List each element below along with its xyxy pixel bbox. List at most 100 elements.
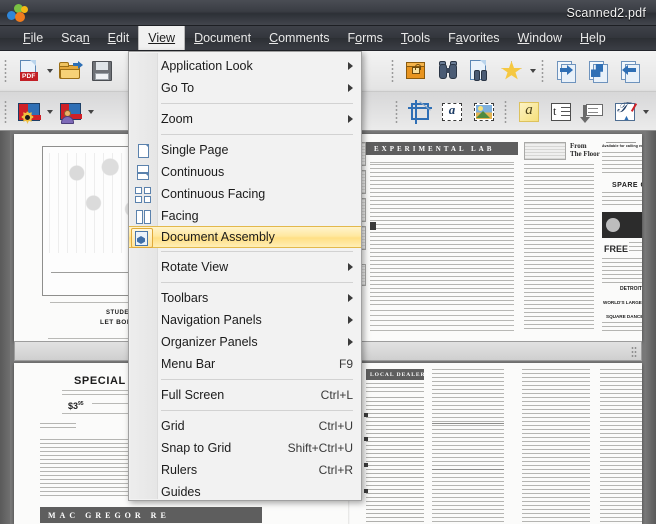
toolbar-grip[interactable] <box>540 58 547 84</box>
single-page-icon <box>133 141 153 159</box>
menu-item-toolbars[interactable]: Toolbars <box>129 287 361 309</box>
menu-item-rulers[interactable]: Rulers Ctrl+R <box>129 459 361 481</box>
menu-item-facing[interactable]: Facing <box>129 205 361 227</box>
facing-icon <box>133 207 153 225</box>
select-text-button[interactable]: a <box>436 96 468 128</box>
ad-spare-cords: SPARE CORDS <box>612 182 642 189</box>
menu-item-label: Rotate View <box>161 260 229 274</box>
next-page-button[interactable] <box>550 55 582 87</box>
menu-item-zoom[interactable]: Zoom <box>129 108 361 130</box>
menu-comments[interactable]: Comments <box>260 26 338 50</box>
secure-button[interactable] <box>400 55 432 87</box>
resize-grip[interactable] <box>631 346 637 358</box>
toolbar-grip[interactable] <box>3 98 10 125</box>
menu-bar: File Scan Edit View Document Comments Fo… <box>0 26 656 51</box>
menu-favorites[interactable]: Favorites <box>439 26 508 50</box>
menu-help[interactable]: Help <box>571 26 615 50</box>
previous-page-button[interactable] <box>614 55 646 87</box>
menu-item-grid[interactable]: Grid Ctrl+U <box>129 415 361 437</box>
menu-item-label: Guides <box>161 485 201 499</box>
local-dealers-header: LOCAL DEALERS <box>366 369 429 380</box>
select-image-button[interactable] <box>468 96 500 128</box>
menu-file-label: File <box>23 31 44 45</box>
application-window: Scanned2.pdf File Scan Edit View Documen… <box>0 0 656 524</box>
save-button[interactable] <box>86 55 118 87</box>
menu-item-application-look[interactable]: Application Look <box>129 55 361 77</box>
menu-item-label: Document Assembly <box>161 230 275 244</box>
continuous-facing-icon <box>133 185 153 203</box>
view-menu-dropdown[interactable]: Application Look Go To Zoom Single Page … <box>128 51 362 501</box>
text-field-button[interactable]: t <box>545 96 577 128</box>
menu-document-label: Document <box>194 31 252 45</box>
menu-file[interactable]: File <box>14 26 52 50</box>
menu-edit[interactable]: Edit <box>99 26 139 50</box>
open-file-button[interactable] <box>54 55 86 87</box>
toolbar-grip[interactable] <box>390 58 397 84</box>
menu-separator <box>161 410 353 411</box>
create-pdf-button[interactable]: PDF <box>13 55 45 87</box>
chevron-down-icon[interactable] <box>45 97 54 127</box>
chevron-down-icon[interactable] <box>641 97 650 127</box>
experimental-lab-header: EXPERIMENTAL LAB <box>366 142 518 155</box>
menu-item-menu-bar[interactable]: Menu Bar F9 <box>129 353 361 375</box>
chevron-down-icon[interactable] <box>86 97 95 127</box>
title-bar: Scanned2.pdf <box>0 0 656 26</box>
menu-item-label: Full Screen <box>161 388 225 402</box>
menu-forms[interactable]: Forms <box>339 26 392 50</box>
submenu-arrow-icon <box>348 294 353 302</box>
chevron-down-icon[interactable] <box>528 56 537 86</box>
signature-field-button[interactable]: 𝒯 ▲ <box>609 96 641 128</box>
chevron-down-icon[interactable] <box>45 56 54 86</box>
menu-item-continuous-facing[interactable]: Continuous Facing <box>129 183 361 205</box>
menu-item-label: Single Page <box>161 143 229 157</box>
document-assembly-icon <box>131 228 153 248</box>
acrobat-leaves-icon <box>6 2 32 24</box>
menu-item-full-screen[interactable]: Full Screen Ctrl+L <box>129 384 361 406</box>
menu-view[interactable]: View <box>138 26 186 50</box>
macgregor-banner: MAC GREGOR RE <box>40 507 262 523</box>
menu-item-rotate-view[interactable]: Rotate View <box>129 256 361 278</box>
previous-view-button[interactable] <box>582 55 614 87</box>
menu-document[interactable]: Document <box>185 26 260 50</box>
menu-item-single-page[interactable]: Single Page <box>129 139 361 161</box>
menu-item-organizer-panels[interactable]: Organizer Panels <box>129 331 361 353</box>
menu-item-label: Snap to Grid <box>161 441 232 455</box>
menu-item-label: Rulers <box>161 463 198 477</box>
window-title: Scanned2.pdf <box>566 5 646 20</box>
menu-scan[interactable]: Scan <box>52 26 99 50</box>
menu-item-go-to[interactable]: Go To <box>129 77 361 99</box>
crop-tool-button[interactable] <box>404 96 436 128</box>
favorites-button[interactable] <box>496 55 528 87</box>
menu-item-label: Organizer Panels <box>161 335 258 349</box>
left-gutter <box>0 131 10 524</box>
menu-favorites-label: Favorites <box>448 31 500 45</box>
scan-profile-button[interactable] <box>54 96 86 128</box>
toolbar-grip[interactable] <box>3 58 10 84</box>
menu-item-label: Continuous <box>161 165 225 179</box>
typewriter-button[interactable]: a <box>513 96 545 128</box>
ad-available-calling: Available for calling engagements <box>602 144 642 148</box>
menu-item-continuous[interactable]: Continuous <box>129 161 361 183</box>
menu-item-shortcut: Ctrl+L <box>320 388 353 402</box>
dropdown-field-button[interactable] <box>577 96 609 128</box>
from-the-floor-illustration <box>524 142 566 160</box>
scan-flag-button[interactable] <box>13 96 45 128</box>
menu-item-guides[interactable]: Guides <box>129 481 361 503</box>
toolbar-grip[interactable] <box>394 98 401 125</box>
menu-comments-label: Comments <box>269 31 330 45</box>
ad-worlds-largest: WORLD'S LARGEST SQUARE DANCE STORE <box>603 300 642 305</box>
menu-item-navigation-panels[interactable]: Navigation Panels <box>129 309 361 331</box>
search-button[interactable] <box>464 55 496 87</box>
menu-item-document-assembly[interactable]: Document Assembly <box>129 226 361 248</box>
toolbar-grip[interactable] <box>503 98 510 125</box>
menu-edit-label: Edit <box>107 31 130 45</box>
from-the-floor-header: From <box>570 142 587 150</box>
menu-item-label: Application Look <box>161 59 253 73</box>
menu-separator <box>161 134 353 135</box>
menu-item-snap-to-grid[interactable]: Snap to Grid Shift+Ctrl+U <box>129 437 361 459</box>
menu-separator <box>161 282 353 283</box>
menu-window[interactable]: Window <box>509 26 571 50</box>
menu-tools[interactable]: Tools <box>392 26 439 50</box>
menu-item-shortcut: Ctrl+R <box>318 463 353 477</box>
find-button[interactable] <box>432 55 464 87</box>
